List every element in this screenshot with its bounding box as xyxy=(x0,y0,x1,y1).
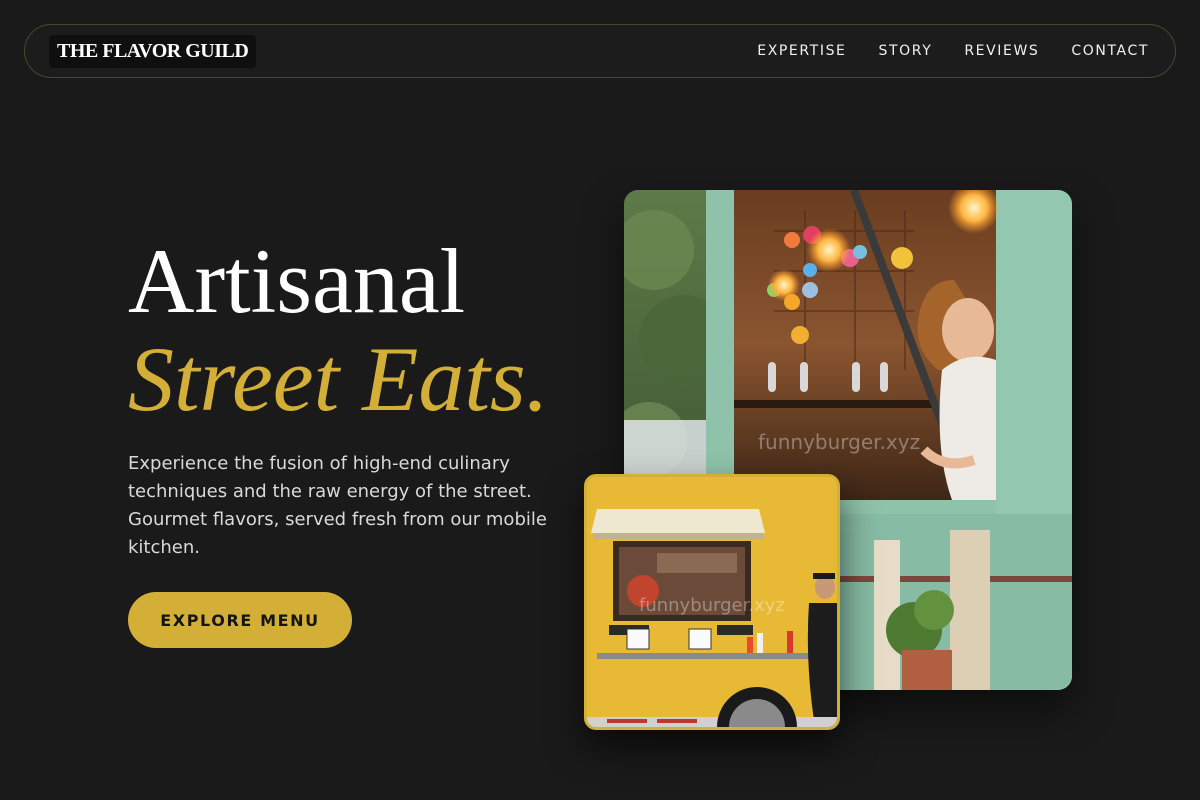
nav-link-contact[interactable]: CONTACT xyxy=(1071,43,1149,59)
hero-title-line1: Artisanal xyxy=(128,230,466,332)
nav-links: EXPERTISE STORY REVIEWS CONTACT xyxy=(757,43,1151,59)
nav-link-reviews[interactable]: REVIEWS xyxy=(964,43,1039,59)
yellow-food-truck-photo: funnyburger.xyz xyxy=(584,474,840,730)
hero-title: Artisanal Street Eats. xyxy=(128,232,549,428)
hero-description: Experience the fusion of high-end culina… xyxy=(128,453,547,558)
hero-title-line2: Street Eats. xyxy=(128,328,549,430)
nav-link-story[interactable]: STORY xyxy=(879,43,933,59)
nav-link-expertise[interactable]: EXPERTISE xyxy=(757,43,846,59)
image-watermark-small: funnyburger.xyz xyxy=(639,595,785,616)
explore-menu-button[interactable]: EXPLORE MENU xyxy=(128,592,352,648)
image-watermark: funnyburger.xyz xyxy=(758,430,921,454)
brand-logo[interactable]: THE FLAVOR GUILD xyxy=(49,34,257,68)
page: THE FLAVOR GUILD EXPERTISE STORY REVIEWS… xyxy=(0,0,1200,800)
top-navigation: THE FLAVOR GUILD EXPERTISE STORY REVIEWS… xyxy=(24,24,1176,78)
